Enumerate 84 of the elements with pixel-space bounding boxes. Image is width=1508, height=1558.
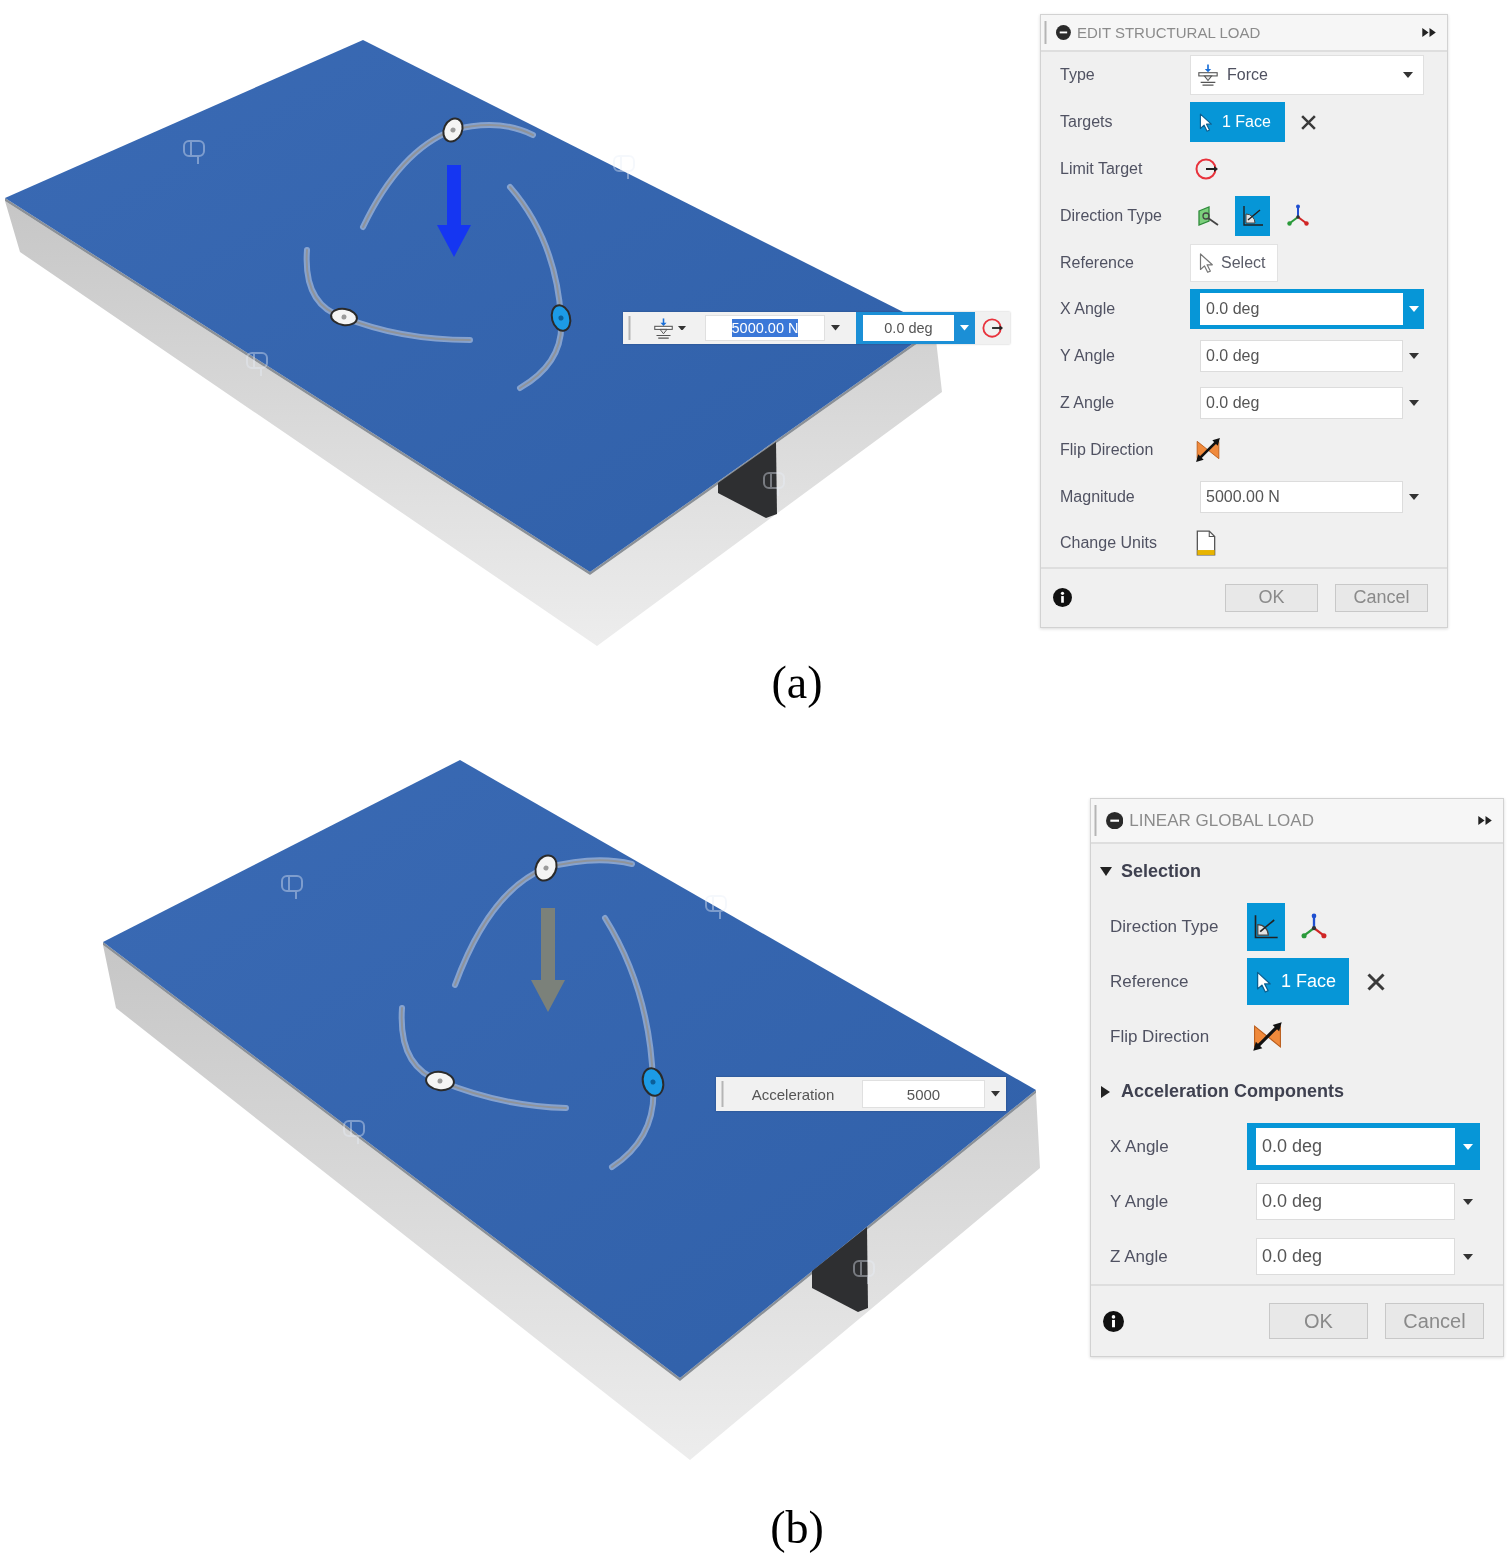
section-header[interactable]: Acceleration Components — [1100, 1081, 1345, 1102]
double-arrow-icon[interactable] — [1478, 816, 1493, 825]
rotation-handle[interactable] — [425, 1070, 455, 1092]
field-label: Reference — [1060, 253, 1135, 272]
field-label: X Angle — [1110, 1136, 1170, 1157]
value-field[interactable]: 0.0 deg — [856, 312, 975, 344]
caret-icon — [1408, 353, 1419, 360]
flip-direction-icon[interactable] — [1252, 1021, 1283, 1052]
field-label: Change Units — [1060, 534, 1158, 553]
figure-caption: (a) — [771, 657, 823, 708]
caret-icon — [1408, 399, 1419, 406]
clear-icon[interactable] — [1300, 113, 1317, 131]
marker-icon — [705, 895, 727, 920]
caret-icon — [677, 325, 686, 331]
field-label: Magnitude — [1060, 487, 1136, 506]
rotation-handle[interactable] — [442, 117, 464, 143]
grip-icon[interactable] — [1044, 21, 1047, 44]
field-label: Y Angle — [1110, 1191, 1170, 1212]
face-direction-icon — [1195, 203, 1220, 228]
field-label: Direction Type — [1110, 916, 1220, 937]
field-label: X Angle — [1060, 300, 1117, 319]
angle-direction-icon — [1252, 912, 1280, 941]
force-icon — [1197, 64, 1219, 87]
figure-caption: (b) — [770, 1502, 824, 1553]
axes-icon — [1300, 912, 1328, 941]
force-icon — [652, 317, 674, 339]
double-arrow-icon[interactable] — [1422, 28, 1437, 37]
angle-field[interactable]: 0.0 deg — [1190, 289, 1424, 330]
grip-icon[interactable] — [721, 1081, 724, 1107]
dialog-title: EDIT STRUCTURAL LOAD — [1076, 24, 1262, 41]
caret-icon — [960, 325, 969, 331]
caret-icon — [991, 1091, 1000, 1097]
field-label: Y Angle — [1060, 347, 1116, 366]
select-button[interactable]: Select — [1190, 243, 1278, 282]
limit-target-icon[interactable] — [1195, 157, 1219, 181]
grip-icon[interactable] — [1094, 805, 1097, 836]
marker-icon — [183, 140, 205, 165]
caret-icon — [1462, 1198, 1473, 1205]
info-icon[interactable] — [1103, 1310, 1124, 1332]
info-icon[interactable] — [1053, 588, 1072, 608]
field-label: Direction Type — [1060, 206, 1163, 225]
axes-icon — [1285, 203, 1310, 228]
marker-icon — [246, 352, 268, 377]
caret-icon — [1408, 306, 1419, 313]
marker-icon — [763, 472, 785, 497]
cursor-icon — [1256, 970, 1271, 993]
field-label: Z Angle — [1060, 393, 1116, 412]
rotation-handle[interactable] — [330, 307, 358, 327]
field-label: Flip Direction — [1060, 440, 1155, 459]
rotation-handle[interactable] — [534, 854, 558, 882]
type-dropdown[interactable]: Force — [1190, 55, 1424, 96]
cursor-icon — [1199, 112, 1212, 132]
caret-icon — [1403, 72, 1413, 79]
direction-option-button[interactable] — [1235, 195, 1270, 236]
caret-icon — [1408, 493, 1419, 500]
field-label: Acceleration — [750, 1085, 836, 1103]
collapse-icon[interactable] — [1106, 811, 1124, 830]
angle-direction-icon — [1240, 203, 1265, 228]
rotation-handle[interactable] — [550, 304, 572, 332]
grip-icon[interactable] — [628, 316, 631, 340]
angle-field[interactable]: 0.0 deg — [1247, 1123, 1480, 1170]
caret-icon — [1462, 1143, 1473, 1150]
marker-icon — [853, 1260, 875, 1285]
marker-icon — [613, 155, 635, 180]
limit-target-icon[interactable] — [982, 317, 1004, 339]
rotation-handle[interactable] — [641, 1067, 665, 1097]
direction-option-button[interactable] — [1247, 902, 1285, 951]
field-label: Reference — [1110, 971, 1190, 992]
caret-icon — [1462, 1253, 1473, 1260]
dialog-title: LINEAR GLOBAL LOAD — [1129, 810, 1315, 831]
field-label: Limit Target — [1060, 160, 1144, 178]
flip-direction-icon[interactable] — [1195, 436, 1221, 463]
marker-icon — [281, 875, 303, 900]
field-label: Z Angle — [1110, 1246, 1169, 1267]
caret-icon — [831, 325, 840, 331]
clear-icon[interactable] — [1366, 971, 1386, 992]
marker-icon — [343, 1120, 365, 1145]
units-icon[interactable] — [1195, 530, 1217, 557]
field-label: Type — [1060, 66, 1096, 85]
section-header[interactable]: Selection — [1100, 861, 1202, 882]
collapse-icon[interactable] — [1056, 25, 1071, 40]
cursor-icon — [1199, 252, 1213, 273]
field-label: Flip Direction — [1110, 1026, 1211, 1047]
field-label: Targets — [1060, 113, 1114, 132]
